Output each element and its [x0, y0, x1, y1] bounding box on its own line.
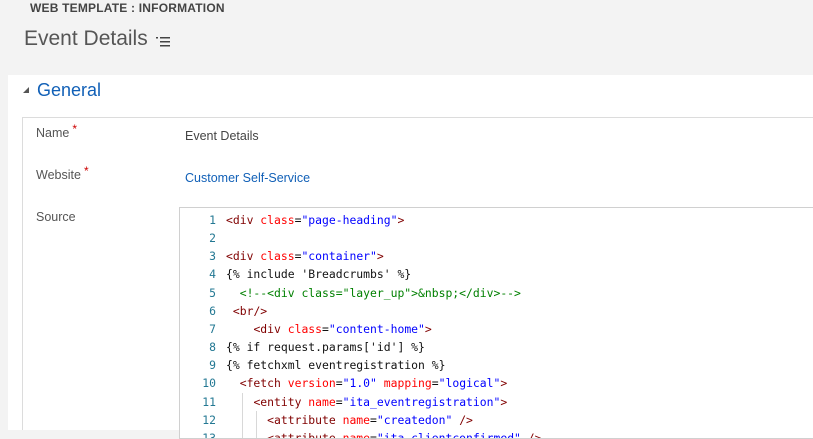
- line-number: 5: [209, 285, 216, 300]
- name-label: Name *: [36, 122, 77, 140]
- code-text: <attribute name="createdon" />: [267, 412, 473, 427]
- code-text: {% if request.params['id'] %}: [226, 340, 425, 355]
- line-number: 11: [202, 394, 216, 409]
- code-text: {% fetchxml eventregistration %}: [226, 358, 446, 373]
- line-number: 9: [209, 358, 216, 373]
- code-line[interactable]: 3 <div class="container">: [180, 247, 813, 265]
- code-text: <entity name="ita_eventregistration">: [253, 394, 508, 409]
- entity-type-label: WEB TEMPLATE : INFORMATION: [30, 1, 225, 15]
- code-line[interactable]: 4 {% include 'Breadcrumbs' %}: [180, 265, 813, 283]
- code-text: <div class="content-home">: [253, 321, 432, 336]
- website-label: Website *: [36, 164, 89, 182]
- code-text: {% include 'Breadcrumbs' %}: [226, 267, 412, 282]
- line-number: 3: [209, 249, 216, 264]
- code-line[interactable]: 2: [180, 229, 813, 247]
- code-text: <div class="page-heading">: [226, 213, 405, 227]
- line-number: 10: [202, 376, 216, 391]
- required-marker: *: [72, 122, 78, 136]
- section-title: General: [37, 80, 102, 100]
- line-number: 4: [209, 267, 216, 282]
- code-line[interactable]: 7 <div class="content-home">: [180, 320, 813, 338]
- required-marker: *: [83, 164, 89, 178]
- code-text: <br/>: [232, 303, 268, 318]
- source-code-editor[interactable]: 1 <div class="page-heading"> 2 3 <div class=…: [179, 207, 813, 439]
- code-line[interactable]: 9 {% fetchxml eventregistration %}: [180, 356, 813, 374]
- code-text: <div class="container">: [226, 249, 384, 264]
- line-number: 8: [209, 340, 216, 355]
- line-number: 7: [209, 321, 216, 336]
- line-number: 1: [209, 213, 216, 227]
- code-line[interactable]: 11 <entity name="ita_eventregistration">: [180, 392, 813, 411]
- source-label: Source: [36, 210, 76, 224]
- code-line[interactable]: 8 {% if request.params['id'] %}: [180, 338, 813, 356]
- code-line[interactable]: 12 <attribute name="createdon" />: [180, 410, 813, 429]
- line-number: 2: [209, 231, 216, 246]
- website-lookup-link[interactable]: Customer Self-Service: [185, 171, 310, 185]
- code-text: <!--<div class="layer_up">&nbsp;</div>--…: [239, 285, 521, 300]
- line-number: 6: [209, 303, 216, 318]
- code-line[interactable]: 13 <attribute name="ita_clientconfirmed"…: [180, 428, 813, 439]
- code-line[interactable]: 5 <!--<div class="layer_up">&nbsp;</div>…: [180, 284, 813, 302]
- record-title: Event Details: [24, 27, 148, 50]
- name-label-text: Name: [36, 126, 70, 140]
- code-line[interactable]: 10 <fetch version="1.0" mapping="logical…: [180, 374, 813, 392]
- website-label-text: Website: [36, 168, 81, 182]
- menu-list-icon[interactable]: [156, 35, 170, 47]
- code-text: <attribute name="ita_clientconfirmed" />: [267, 430, 542, 439]
- code-line[interactable]: 6 <br/>: [180, 302, 813, 320]
- collapse-triangle-icon[interactable]: [22, 86, 30, 94]
- code-line[interactable]: 1 <div class="page-heading">: [180, 211, 813, 229]
- name-field[interactable]: Event Details: [185, 129, 259, 143]
- line-number: 12: [202, 412, 216, 427]
- line-number: 13: [202, 430, 216, 439]
- code-text: <fetch version="1.0" mapping="logical">: [239, 376, 508, 391]
